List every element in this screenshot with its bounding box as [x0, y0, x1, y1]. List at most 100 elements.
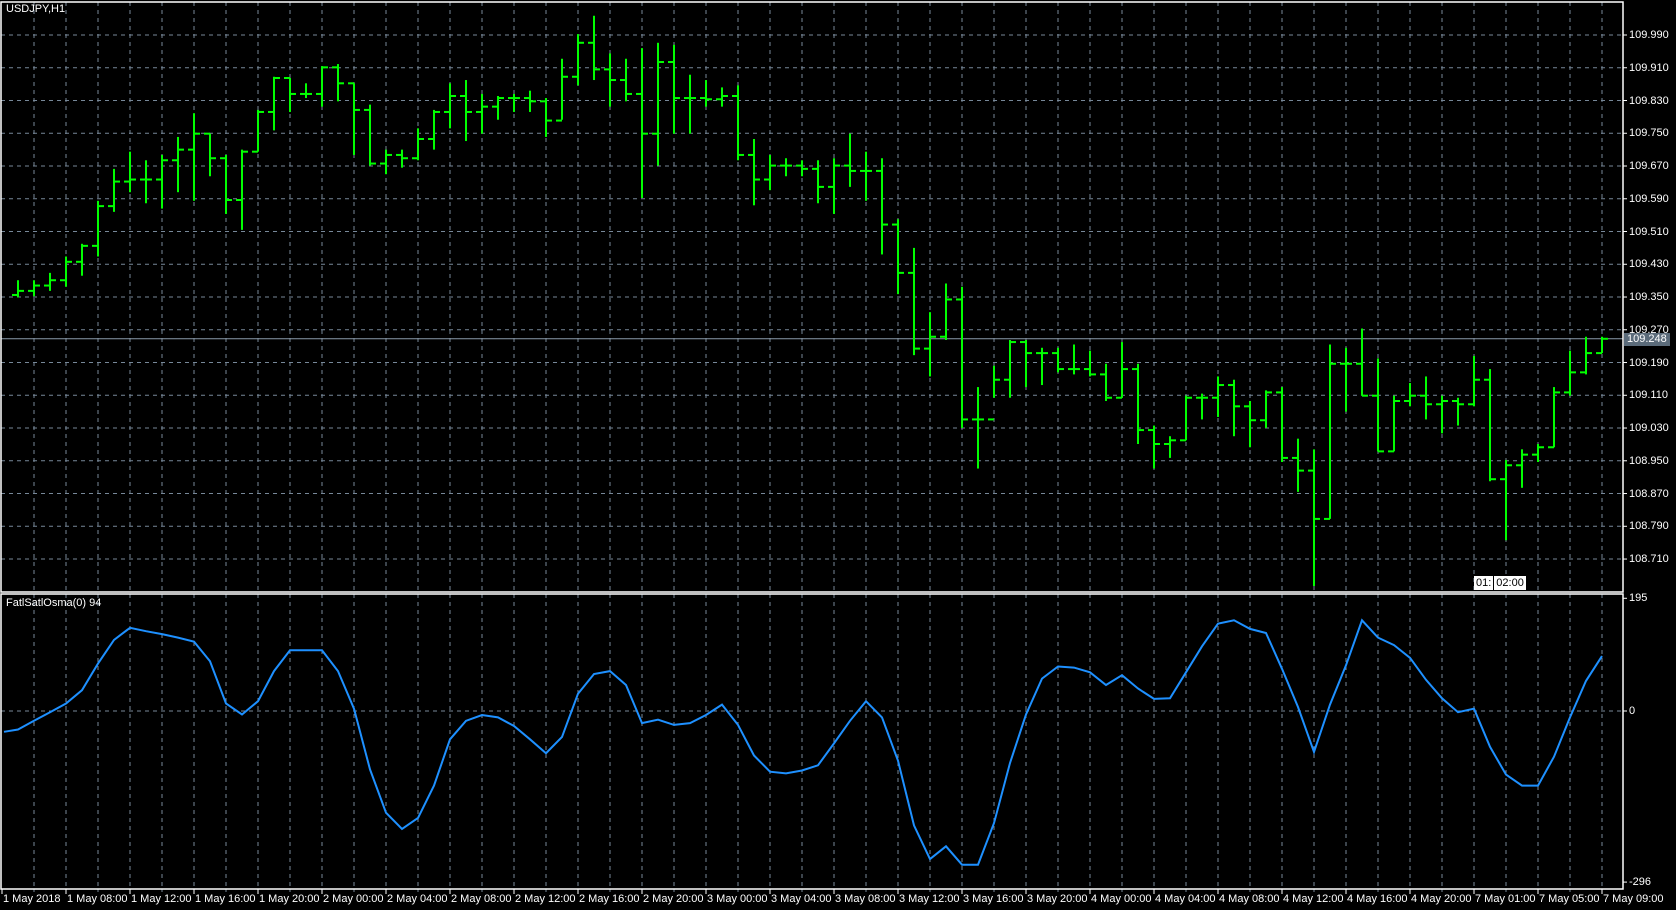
time-axis-label: 4 May 12:00: [1283, 893, 1344, 905]
ohlc-bar: [716, 87, 728, 107]
ohlc-bar: [924, 312, 936, 377]
ohlc-bar: [1388, 395, 1400, 453]
time-axis-label: 7 May 01:00: [1475, 893, 1536, 905]
ohlc-bar: [684, 74, 696, 134]
price-axis-label: 109.350: [1629, 291, 1669, 304]
time-axis-label: 3 May 12:00: [899, 893, 960, 905]
ohlc-bar: [652, 42, 664, 166]
ohlc-bar: [892, 219, 904, 295]
price-axis-label: 109.270: [1629, 323, 1669, 336]
ohlc-bar: [1500, 459, 1512, 541]
ohlc-bar: [460, 80, 472, 142]
price-axis-label: 109.190: [1629, 356, 1669, 369]
indicator-title: FatlSatlOsma(0) 94: [6, 597, 102, 609]
ohlc-bar: [636, 48, 648, 198]
ohlc-bar: [1580, 336, 1592, 375]
crosshair-label-1: 01:: [1474, 576, 1494, 590]
price-axis-label: 109.590: [1629, 192, 1669, 205]
ohlc-bar: [1244, 401, 1256, 448]
ohlc-bar: [412, 128, 424, 161]
ohlc-bar: [1260, 390, 1272, 429]
price-axis-label: 109.910: [1629, 61, 1669, 74]
ohlc-bar: [876, 158, 888, 255]
price-axis-label: 108.950: [1629, 454, 1669, 467]
ohlc-bar: [604, 53, 616, 107]
ohlc-bar: [1004, 340, 1016, 398]
time-axis-label: 7 May 05:00: [1539, 893, 1600, 905]
ohlc-bar: [972, 387, 984, 469]
ohlc-bar: [60, 256, 72, 287]
time-axis-label: 3 May 20:00: [1027, 893, 1088, 905]
ohlc-bar: [1036, 347, 1048, 386]
ohlc-bar: [284, 76, 296, 112]
ohlc-bar: [220, 154, 232, 214]
time-axis-label: 2 May 08:00: [451, 893, 512, 905]
ohlc-bar: [556, 58, 568, 122]
ohlc-bar: [668, 44, 680, 134]
price-axis-label: 109.750: [1629, 127, 1669, 140]
time-axis-label: 4 May 08:00: [1219, 893, 1280, 905]
ohlc-bar: [44, 272, 56, 291]
ohlc-bar: [1516, 449, 1528, 488]
ohlc-bar: [1276, 387, 1288, 463]
ohlc-bar: [476, 93, 488, 134]
ohlc-bar: [1468, 355, 1480, 407]
indicator-line: [3, 618, 1603, 866]
ohlc-bar: [300, 83, 312, 99]
time-axis-label: 1 May 12:00: [131, 893, 192, 905]
time-axis-label: 1 May 16:00: [195, 893, 256, 905]
ohlc-bar: [396, 149, 408, 168]
ohlc-bar: [812, 160, 824, 204]
ohlc-bar: [540, 98, 552, 137]
ohlc-bar: [92, 200, 104, 257]
ohlc-bar: [700, 80, 712, 107]
price-axis-label: 109.030: [1629, 422, 1669, 435]
price-axis-label: 108.870: [1629, 487, 1669, 500]
indicator-axis-label-zero: 0: [1629, 705, 1636, 717]
ohlc-bar: [620, 58, 632, 102]
ohlc-bar: [12, 280, 24, 298]
ohlc-bar: [796, 160, 808, 177]
time-axis-label: 1 May 20:00: [259, 893, 320, 905]
ohlc-bar: [588, 15, 600, 81]
ohlc-bar: [1372, 358, 1384, 453]
price-axis-label: 109.670: [1629, 160, 1669, 172]
indicator-axis-label-min: -296: [1629, 876, 1652, 889]
ohlc-bar: [860, 151, 872, 201]
ohlc-bar: [1404, 382, 1416, 407]
ohlc-bar: [172, 136, 184, 193]
ohlc-bar: [732, 85, 744, 161]
ohlc-bar: [1420, 376, 1432, 420]
ohlc-bar: [1308, 449, 1320, 587]
ohlc-bar: [1340, 347, 1352, 412]
ohlc-bar: [1052, 347, 1064, 373]
ohlc-bar: [124, 151, 136, 193]
ohlc-bar: [1212, 376, 1224, 417]
ohlc-bar: [1548, 387, 1560, 449]
chart-canvas[interactable]: [0, 0, 1676, 910]
time-axis-label: 2 May 04:00: [387, 893, 448, 905]
ohlc-bar: [268, 76, 280, 131]
symbol-title: USDJPY,H1: [6, 3, 66, 15]
time-axis-label: 4 May 00:00: [1091, 893, 1152, 905]
ohlc-bar: [1564, 350, 1576, 396]
ohlc-bar: [204, 132, 216, 177]
ohlc-bar: [108, 168, 120, 212]
time-axis-label: 3 May 16:00: [963, 893, 1024, 905]
ohlc-bar: [348, 82, 360, 155]
ohlc-bar: [1100, 363, 1112, 402]
ohlc-bar: [1452, 397, 1464, 426]
time-axis-label: 3 May 04:00: [771, 893, 832, 905]
ohlc-bar: [1164, 436, 1176, 458]
ohlc-bar: [1132, 363, 1144, 444]
price-axis-label: 109.510: [1629, 225, 1669, 238]
ohlc-bar: [1324, 344, 1336, 520]
price-axis-label: 109.830: [1629, 94, 1669, 107]
time-axis-label: 2 May 00:00: [323, 893, 384, 905]
time-axis-label: 4 May 04:00: [1155, 893, 1216, 905]
crosshair-label-2: 02:00: [1494, 576, 1526, 590]
ohlc-bar: [332, 64, 344, 102]
indicator-axis-label-max: 195: [1629, 592, 1648, 605]
ohlc-bar: [524, 90, 536, 112]
ohlc-bar: [780, 158, 792, 177]
